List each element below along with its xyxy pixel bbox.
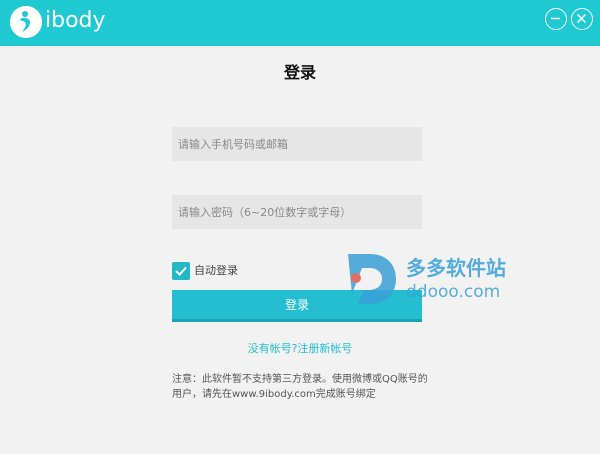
watermark-title: 多多软件站 <box>406 256 506 280</box>
close-icon <box>576 13 587 24</box>
auto-login-label: 自动登录 <box>194 264 238 277</box>
password-input[interactable] <box>172 195 422 229</box>
page-title: 登录 <box>283 63 316 82</box>
register-link[interactable]: 没有帐号?注册新帐号 <box>0 340 600 358</box>
watermark-logo-icon <box>348 254 396 304</box>
minimize-button[interactable] <box>545 8 567 30</box>
watermark: 多多软件站 ddooo.com <box>344 250 520 308</box>
checkmark-icon <box>175 266 187 276</box>
phone-email-input[interactable] <box>172 127 422 161</box>
title-bar: ibody <box>0 0 600 46</box>
watermark-url: ddooo.com <box>406 282 501 302</box>
auto-login-checkbox[interactable] <box>172 262 190 280</box>
ibody-logo-icon <box>10 6 42 38</box>
close-button[interactable] <box>571 8 593 30</box>
app-name: ibody <box>45 8 106 33</box>
notice-text: 注意：此软件暂不支持第三方登录。使用微博或QQ账号的用户，请先在www.9ibo… <box>172 374 428 400</box>
minimize-icon <box>551 17 560 20</box>
